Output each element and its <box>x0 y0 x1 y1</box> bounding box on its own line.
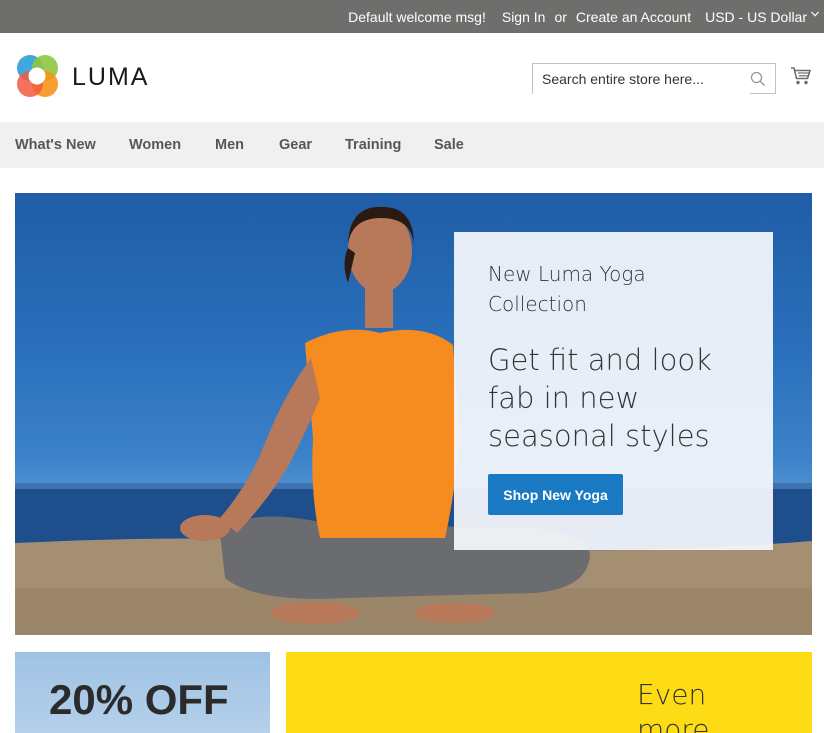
nav-item-sale[interactable]: Sale <box>434 137 464 153</box>
sign-in-link[interactable]: Sign In <box>502 9 546 25</box>
luma-logo-icon[interactable] <box>15 54 59 98</box>
chevron-down-icon <box>811 11 819 18</box>
discount-text: 20% OFF <box>49 676 229 723</box>
logo-text[interactable]: LUMA <box>72 63 149 92</box>
shop-new-yoga-button[interactable]: Shop New Yoga <box>488 474 623 515</box>
promo-tile-discount[interactable]: 20% OFF <box>15 652 270 733</box>
promo-tile-yellow[interactable]: Even more <box>286 652 812 733</box>
nav-item-training[interactable]: Training <box>345 137 401 153</box>
or-separator: or <box>554 8 567 25</box>
nav-item-gear[interactable]: Gear <box>279 137 312 153</box>
search-icon[interactable] <box>750 71 766 87</box>
promo-subtitle: New Luma Yoga Collection <box>488 262 646 316</box>
cart-icon[interactable] <box>790 66 812 86</box>
even-more-text: Even more <box>637 678 710 733</box>
search-input[interactable] <box>533 63 750 94</box>
main-navigation: What's New Women Men Gear Training Sale <box>0 122 824 168</box>
top-panel: Default welcome msg! Sign In or Create a… <box>0 0 824 33</box>
nav-item-whats-new[interactable]: What's New <box>15 137 96 153</box>
nav-item-men[interactable]: Men <box>215 137 244 153</box>
promo-card: New Luma Yoga Collection Get fit and loo… <box>454 232 773 550</box>
welcome-message: Default welcome msg! <box>348 8 486 25</box>
currency-switcher[interactable]: USD - US Dollar <box>705 8 819 25</box>
create-account-link[interactable]: Create an Account <box>576 9 691 25</box>
search-box <box>532 63 776 94</box>
hero-banner[interactable]: New Luma Yoga Collection Get fit and loo… <box>15 193 812 635</box>
currency-label: USD - US Dollar <box>705 8 807 25</box>
promo-title: Get fit and look fab in new seasonal sty… <box>488 343 712 453</box>
nav-item-women[interactable]: Women <box>129 137 181 153</box>
